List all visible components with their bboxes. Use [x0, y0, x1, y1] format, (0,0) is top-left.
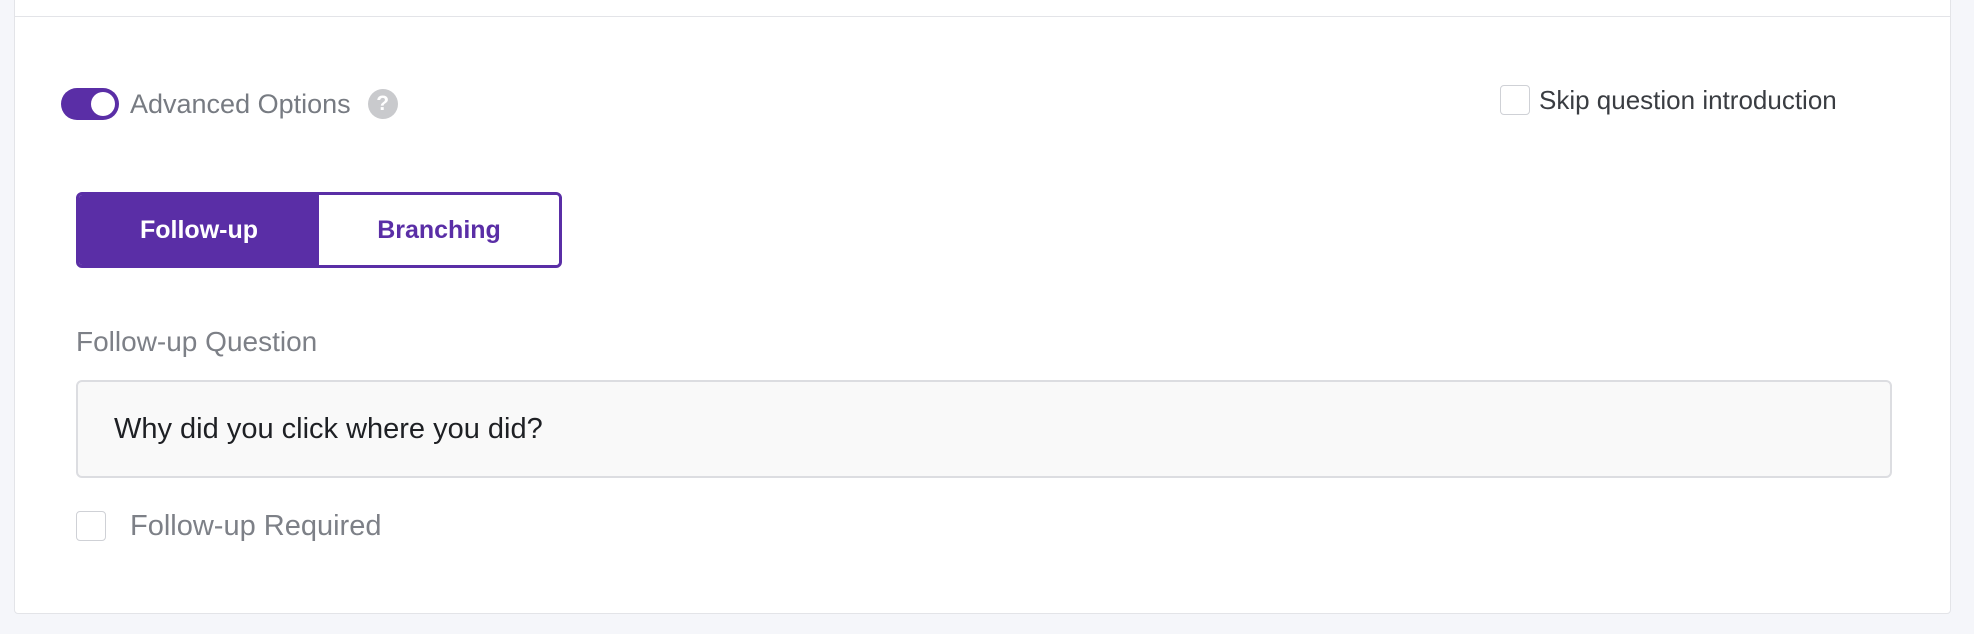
tab-branching[interactable]: Branching	[319, 195, 559, 265]
advanced-options-row: Advanced Options ?	[61, 88, 398, 120]
follow-up-question-input[interactable]	[76, 380, 1892, 478]
skip-intro-row: Skip question introduction	[1500, 84, 1837, 116]
advanced-options-label: Advanced Options	[130, 88, 351, 119]
advanced-options-toggle[interactable]	[61, 88, 119, 120]
skip-intro-checkbox[interactable]	[1500, 85, 1530, 115]
follow-up-question-label: Follow-up Question	[76, 326, 318, 357]
skip-intro-label[interactable]: Skip question introduction	[1539, 85, 1837, 116]
mode-segmented-control: Follow-up Branching	[76, 192, 562, 268]
help-icon[interactable]: ?	[367, 89, 398, 119]
top-divider	[15, 16, 1950, 17]
tab-follow-up[interactable]: Follow-up	[79, 195, 319, 265]
toggle-knob	[91, 92, 115, 116]
follow-up-required-row: Follow-up Required	[76, 510, 381, 542]
follow-up-required-checkbox[interactable]	[76, 511, 106, 541]
follow-up-required-label[interactable]: Follow-up Required	[130, 510, 381, 543]
